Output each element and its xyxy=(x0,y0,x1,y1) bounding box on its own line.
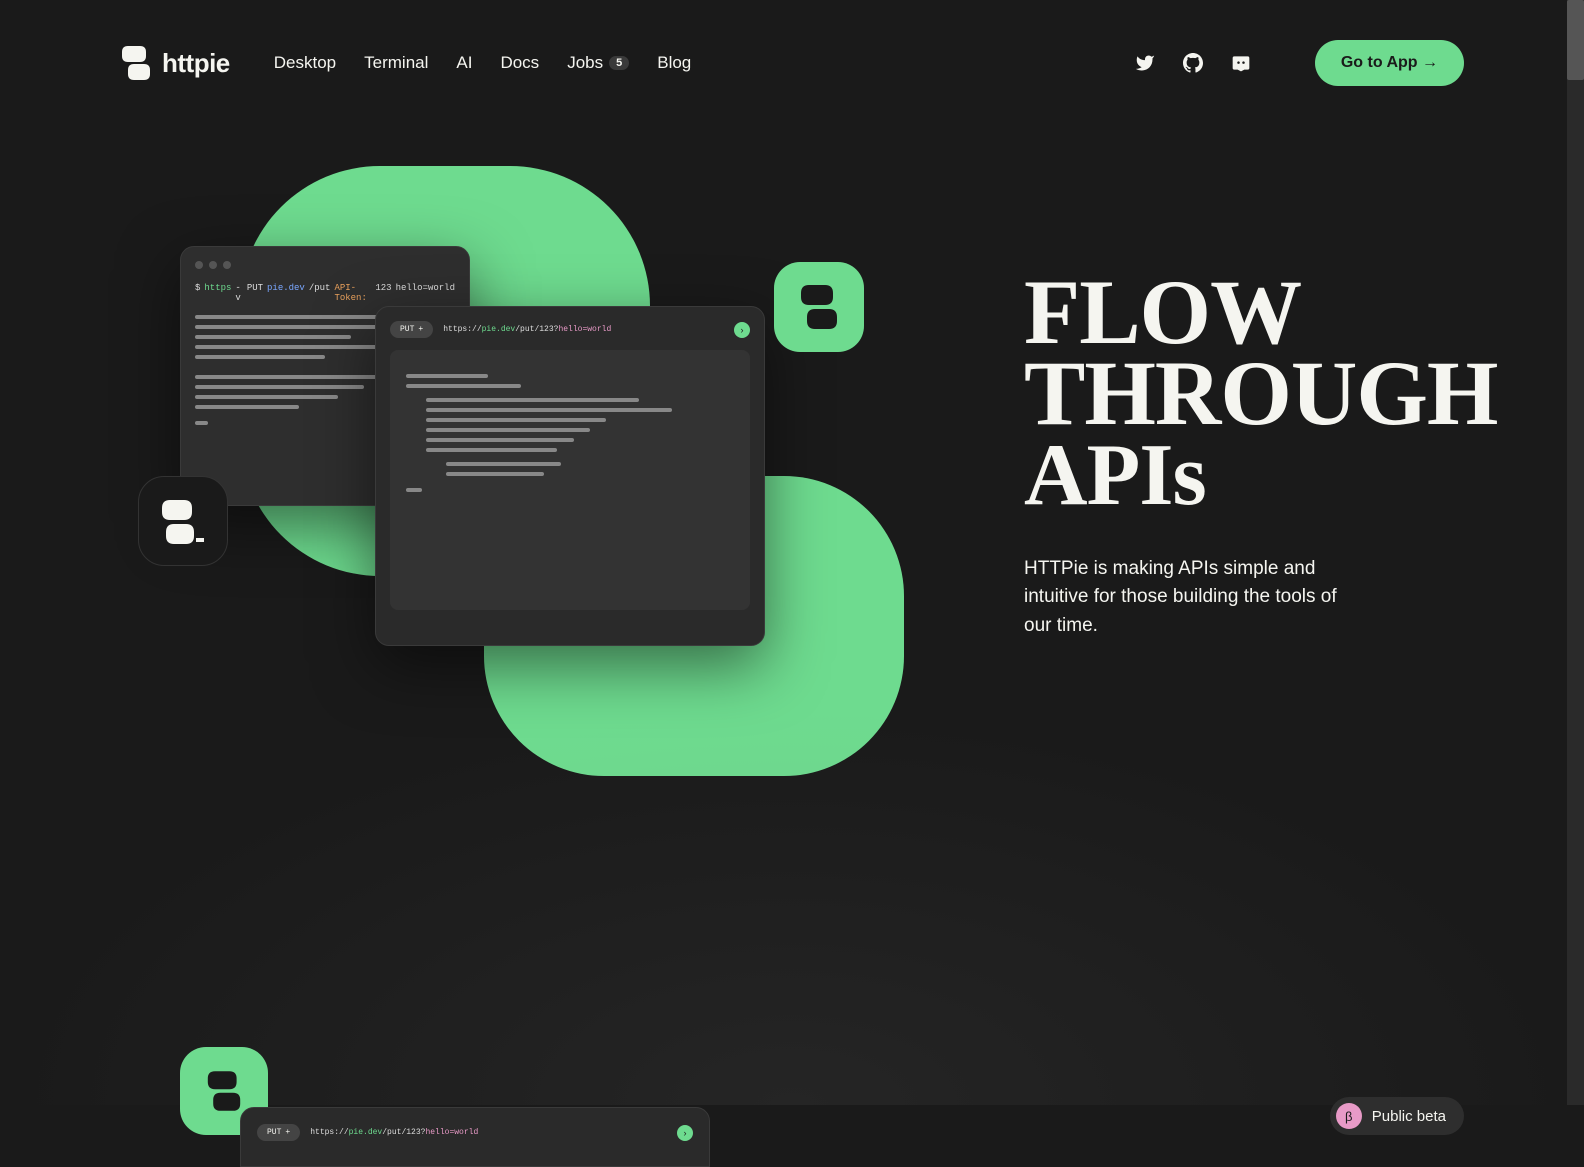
send-button-icon-2: › xyxy=(677,1125,693,1141)
desktop-app-icon xyxy=(774,262,864,352)
logo-text: httpie xyxy=(162,48,230,79)
nav-jobs[interactable]: Jobs 5 xyxy=(567,53,629,73)
desktop-window-preview: PUT + https://pie.dev/put/123?hello=worl… xyxy=(240,1107,710,1167)
desktop-app-window: PUT + https://pie.dev/put/123?hello=worl… xyxy=(375,306,765,646)
social-links xyxy=(1135,53,1251,73)
beta-icon: β xyxy=(1336,1103,1362,1129)
hero-title: FLOW THROUGH APIs xyxy=(1024,272,1464,515)
terminal-command: $ https -v PUT pie.dev /put API-Token: 1… xyxy=(195,283,455,303)
main-nav: Desktop Terminal AI Docs Jobs 5 Blog xyxy=(274,53,1111,73)
radial-gradient-bg xyxy=(0,705,1584,1105)
scrollbar-thumb[interactable] xyxy=(1567,0,1584,80)
response-panel xyxy=(390,350,750,610)
traffic-lights-icon xyxy=(195,261,455,269)
beta-label: Public beta xyxy=(1372,1108,1446,1125)
url-text-2: https://pie.dev/put/123?hello=world xyxy=(310,1128,478,1137)
cta-label: Go to App → xyxy=(1341,54,1438,72)
hero-illustration: $ https -v PUT pie.dev /put API-Token: 1… xyxy=(120,166,944,726)
public-beta-badge: β Public beta xyxy=(1330,1097,1464,1135)
hero-content: FLOW THROUGH APIs HTTPie is making APIs … xyxy=(1024,252,1464,641)
github-icon[interactable] xyxy=(1183,53,1203,73)
url-text: https://pie.dev/put/123?hello=world xyxy=(443,325,611,334)
desktop-section: PUT + https://pie.dev/put/123?hello=worl… xyxy=(0,1057,1584,1135)
nav-desktop[interactable]: Desktop xyxy=(274,53,336,73)
hero-subtitle: HTTPie is making APIs simple and intuiti… xyxy=(1024,555,1344,641)
twitter-icon[interactable] xyxy=(1135,53,1155,73)
method-badge: PUT + xyxy=(390,321,433,338)
nav-ai[interactable]: AI xyxy=(456,53,472,73)
discord-icon[interactable] xyxy=(1231,53,1251,73)
method-badge-2: PUT + xyxy=(257,1124,300,1141)
terminal-app-icon xyxy=(138,476,228,566)
url-bar: PUT + https://pie.dev/put/123?hello=worl… xyxy=(390,321,750,338)
nav-blog[interactable]: Blog xyxy=(657,53,691,73)
go-to-app-button[interactable]: Go to App → xyxy=(1315,40,1464,86)
url-bar-2: PUT + https://pie.dev/put/123?hello=worl… xyxy=(257,1124,693,1141)
logo[interactable]: httpie xyxy=(120,44,230,82)
nav-terminal[interactable]: Terminal xyxy=(364,53,428,73)
send-button-icon: › xyxy=(734,322,750,338)
nav-docs[interactable]: Docs xyxy=(500,53,539,73)
section-2-content: β Public beta xyxy=(1330,1057,1464,1135)
jobs-count-badge: 5 xyxy=(609,56,629,70)
header: httpie Desktop Terminal AI Docs Jobs 5 B… xyxy=(0,0,1584,86)
nav-jobs-label: Jobs xyxy=(567,53,603,73)
logo-icon xyxy=(120,44,152,82)
hero-section: $ https -v PUT pie.dev /put API-Token: 1… xyxy=(0,86,1584,726)
